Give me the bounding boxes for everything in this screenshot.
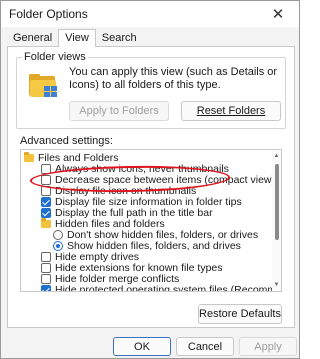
- folder-views-icon: [29, 74, 57, 97]
- tab-strip: General View Search: [7, 29, 143, 47]
- folder-icon: [41, 217, 51, 228]
- restore-defaults-label: Restore Defaults: [199, 308, 281, 320]
- radio-button-selected[interactable]: [53, 240, 63, 251]
- checkbox[interactable]: [41, 262, 51, 273]
- reset-folders-label: Reset Folders: [196, 105, 266, 117]
- checkbox-checked[interactable]: [41, 207, 51, 218]
- scrollbar[interactable]: ▲ ▼: [272, 150, 281, 291]
- scrollbar-thumb[interactable]: [275, 164, 279, 240]
- checkbox[interactable]: [41, 174, 51, 185]
- scroll-down-icon[interactable]: ▼: [273, 281, 280, 289]
- folder-icon: [24, 151, 34, 162]
- cancel-button[interactable]: Cancel: [176, 337, 234, 356]
- ok-button[interactable]: OK: [113, 337, 171, 356]
- checkbox[interactable]: [41, 273, 51, 284]
- option-hide-empty-drives[interactable]: Hide empty drives: [41, 251, 139, 263]
- apply-button[interactable]: Apply: [239, 337, 297, 356]
- folder-views-title: Folder views: [22, 51, 88, 63]
- option-show-hidden[interactable]: Show hidden files, folders, and drives: [53, 240, 241, 252]
- radio-button[interactable]: [53, 229, 63, 240]
- folder-options-window: Folder Options ✕ General View Search Fol…: [0, 0, 300, 359]
- window-title: Folder Options: [9, 7, 88, 21]
- restore-defaults-button[interactable]: Restore Defaults: [198, 304, 282, 324]
- option-display-file-size[interactable]: Display file size information in folder …: [41, 196, 242, 208]
- tab-general[interactable]: General: [7, 30, 58, 47]
- view-panel: Folder views You can apply this view (su…: [7, 46, 295, 328]
- option-hide-extensions[interactable]: Hide extensions for known file types: [41, 262, 223, 274]
- advanced-settings-label: Advanced settings:: [20, 135, 113, 147]
- option-dont-show-hidden[interactable]: Don't show hidden files, folders, or dri…: [53, 229, 258, 241]
- option-always-show-icons[interactable]: Always show icons, never thumbnails: [41, 163, 229, 175]
- checkbox[interactable]: [41, 163, 51, 174]
- checkbox[interactable]: [41, 251, 51, 262]
- checkbox[interactable]: [41, 185, 51, 196]
- option-hide-merge-conflicts[interactable]: Hide folder merge conflicts: [41, 273, 179, 285]
- advanced-settings-tree[interactable]: Files and Folders Always show icons, nev…: [20, 149, 282, 292]
- scroll-up-icon[interactable]: ▲: [273, 152, 280, 160]
- tab-view[interactable]: View: [58, 29, 96, 47]
- tree-item-files-and-folders: Files and Folders: [24, 151, 119, 164]
- title-bar: Folder Options ✕: [1, 1, 299, 27]
- option-hide-protected-files[interactable]: Hide protected operating system files (R…: [41, 283, 281, 292]
- close-icon[interactable]: ✕: [257, 1, 299, 27]
- folder-views-description: You can apply this view (such as Details…: [69, 66, 278, 91]
- checkbox-checked[interactable]: [41, 196, 51, 207]
- checkbox-checked[interactable]: [41, 284, 51, 291]
- apply-to-folders-button[interactable]: Apply to Folders: [69, 101, 169, 121]
- option-label: Hide protected operating system files (R…: [55, 283, 281, 292]
- folder-views-group: Folder views You can apply this view (su…: [16, 51, 286, 129]
- option-display-full-path[interactable]: Display the full path in the title bar: [41, 207, 213, 219]
- option-decrease-space[interactable]: Decrease space between items (compact vi…: [41, 174, 275, 186]
- tab-search[interactable]: Search: [96, 30, 143, 47]
- reset-folders-button[interactable]: Reset Folders: [181, 101, 281, 121]
- tree-item-hidden-files: Hidden files and folders: [41, 217, 165, 230]
- option-display-file-icon[interactable]: Display file icon on thumbnails: [41, 185, 196, 197]
